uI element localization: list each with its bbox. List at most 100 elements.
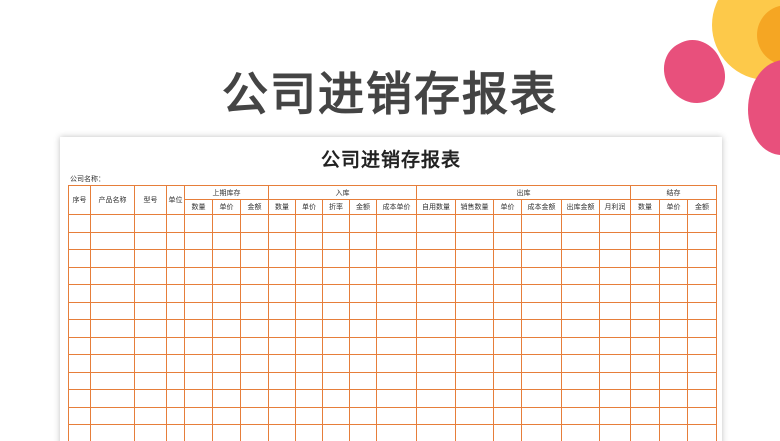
table-row xyxy=(68,354,718,373)
table-cell xyxy=(630,214,661,233)
table-cell xyxy=(561,336,601,355)
table-row xyxy=(68,249,718,268)
slide-title: 公司进销存报表 xyxy=(222,67,558,121)
table-cell xyxy=(268,319,297,338)
table-cell xyxy=(493,406,523,425)
table-cell xyxy=(455,406,495,425)
table-cell xyxy=(687,354,718,373)
table-cell xyxy=(521,284,563,303)
table-cell xyxy=(322,319,351,338)
table-cell xyxy=(166,406,185,425)
table-cell xyxy=(68,301,91,320)
group-header-outbound: 出库 xyxy=(416,185,632,200)
table-cell xyxy=(68,319,91,338)
table-cell xyxy=(630,301,661,320)
sub-header: 数量 xyxy=(268,199,297,215)
table-cell xyxy=(90,336,135,355)
table-cell xyxy=(90,371,135,390)
table-cell xyxy=(521,406,563,425)
table-cell xyxy=(166,336,185,355)
table-cell xyxy=(166,284,185,303)
table-cell xyxy=(349,336,378,355)
table-cell xyxy=(349,371,378,390)
table-cell xyxy=(561,319,601,338)
table-cell xyxy=(349,249,378,268)
table-cell xyxy=(630,284,661,303)
table-cell xyxy=(90,249,135,268)
table-cell xyxy=(416,249,457,268)
table-cell xyxy=(322,266,351,285)
table-cell xyxy=(521,354,563,373)
col-header-index: 序号 xyxy=(68,185,91,215)
table-cell xyxy=(561,266,601,285)
table-cell xyxy=(212,424,241,441)
table-cell xyxy=(659,249,689,268)
table-cell xyxy=(687,336,718,355)
table-cell xyxy=(322,249,351,268)
table-cell xyxy=(455,389,495,408)
table-row xyxy=(68,389,718,408)
table-cell xyxy=(659,371,689,390)
company-name-label: 公司名称： xyxy=(70,175,105,183)
table-cell xyxy=(212,389,241,408)
table-cell xyxy=(295,301,324,320)
table-cell xyxy=(184,301,213,320)
table-cell xyxy=(687,266,718,285)
table-cell xyxy=(322,371,351,390)
table-cell xyxy=(134,319,167,338)
table-cell xyxy=(659,214,689,233)
inventory-table: 序号 产品名称 型号 单位 上期库存 入库 出库 结存 数量 单价 金额 数量 … xyxy=(68,185,718,441)
table-cell xyxy=(134,424,167,441)
table-cell xyxy=(239,406,270,425)
table-cell xyxy=(68,424,91,441)
table-cell xyxy=(416,406,457,425)
table-cell xyxy=(561,214,601,233)
table-cell xyxy=(90,424,135,441)
table-cell xyxy=(599,284,632,303)
table-cell xyxy=(521,389,563,408)
table-cell xyxy=(349,319,378,338)
table-cell xyxy=(239,319,270,338)
sub-header: 单价 xyxy=(295,199,324,215)
table-cell xyxy=(493,301,523,320)
table-cell xyxy=(416,336,457,355)
table-cell xyxy=(659,231,689,250)
sub-header: 单价 xyxy=(212,199,241,215)
document-title: 公司进销存报表 xyxy=(320,149,461,171)
sub-header: 数量 xyxy=(630,199,661,215)
table-cell xyxy=(184,284,213,303)
table-cell xyxy=(659,406,689,425)
table-cell xyxy=(599,354,632,373)
table-cell xyxy=(134,389,167,408)
table-cell xyxy=(295,424,324,441)
table-cell xyxy=(416,424,457,441)
table-cell xyxy=(212,249,241,268)
table-cell xyxy=(687,301,718,320)
table-cell xyxy=(295,284,324,303)
table-cell xyxy=(376,389,418,408)
table-cell xyxy=(561,231,601,250)
table-cell xyxy=(184,336,213,355)
table-cell xyxy=(166,301,185,320)
table-cell xyxy=(212,231,241,250)
table-cell xyxy=(166,214,185,233)
table-cell xyxy=(659,284,689,303)
table-cell xyxy=(376,424,418,441)
table-cell xyxy=(416,266,457,285)
table-cell xyxy=(521,301,563,320)
table-cell xyxy=(659,319,689,338)
sub-header: 单价 xyxy=(493,199,523,215)
table-cell xyxy=(90,266,135,285)
table-cell xyxy=(184,424,213,441)
table-cell xyxy=(322,389,351,408)
table-cell xyxy=(134,266,167,285)
table-cell xyxy=(599,406,632,425)
table-cell xyxy=(376,301,418,320)
table-cell xyxy=(90,319,135,338)
col-header-unit: 单位 xyxy=(166,185,185,215)
table-cell xyxy=(134,231,167,250)
table-cell xyxy=(184,389,213,408)
table-row xyxy=(68,424,718,441)
table-cell xyxy=(416,214,457,233)
table-cell xyxy=(376,266,418,285)
